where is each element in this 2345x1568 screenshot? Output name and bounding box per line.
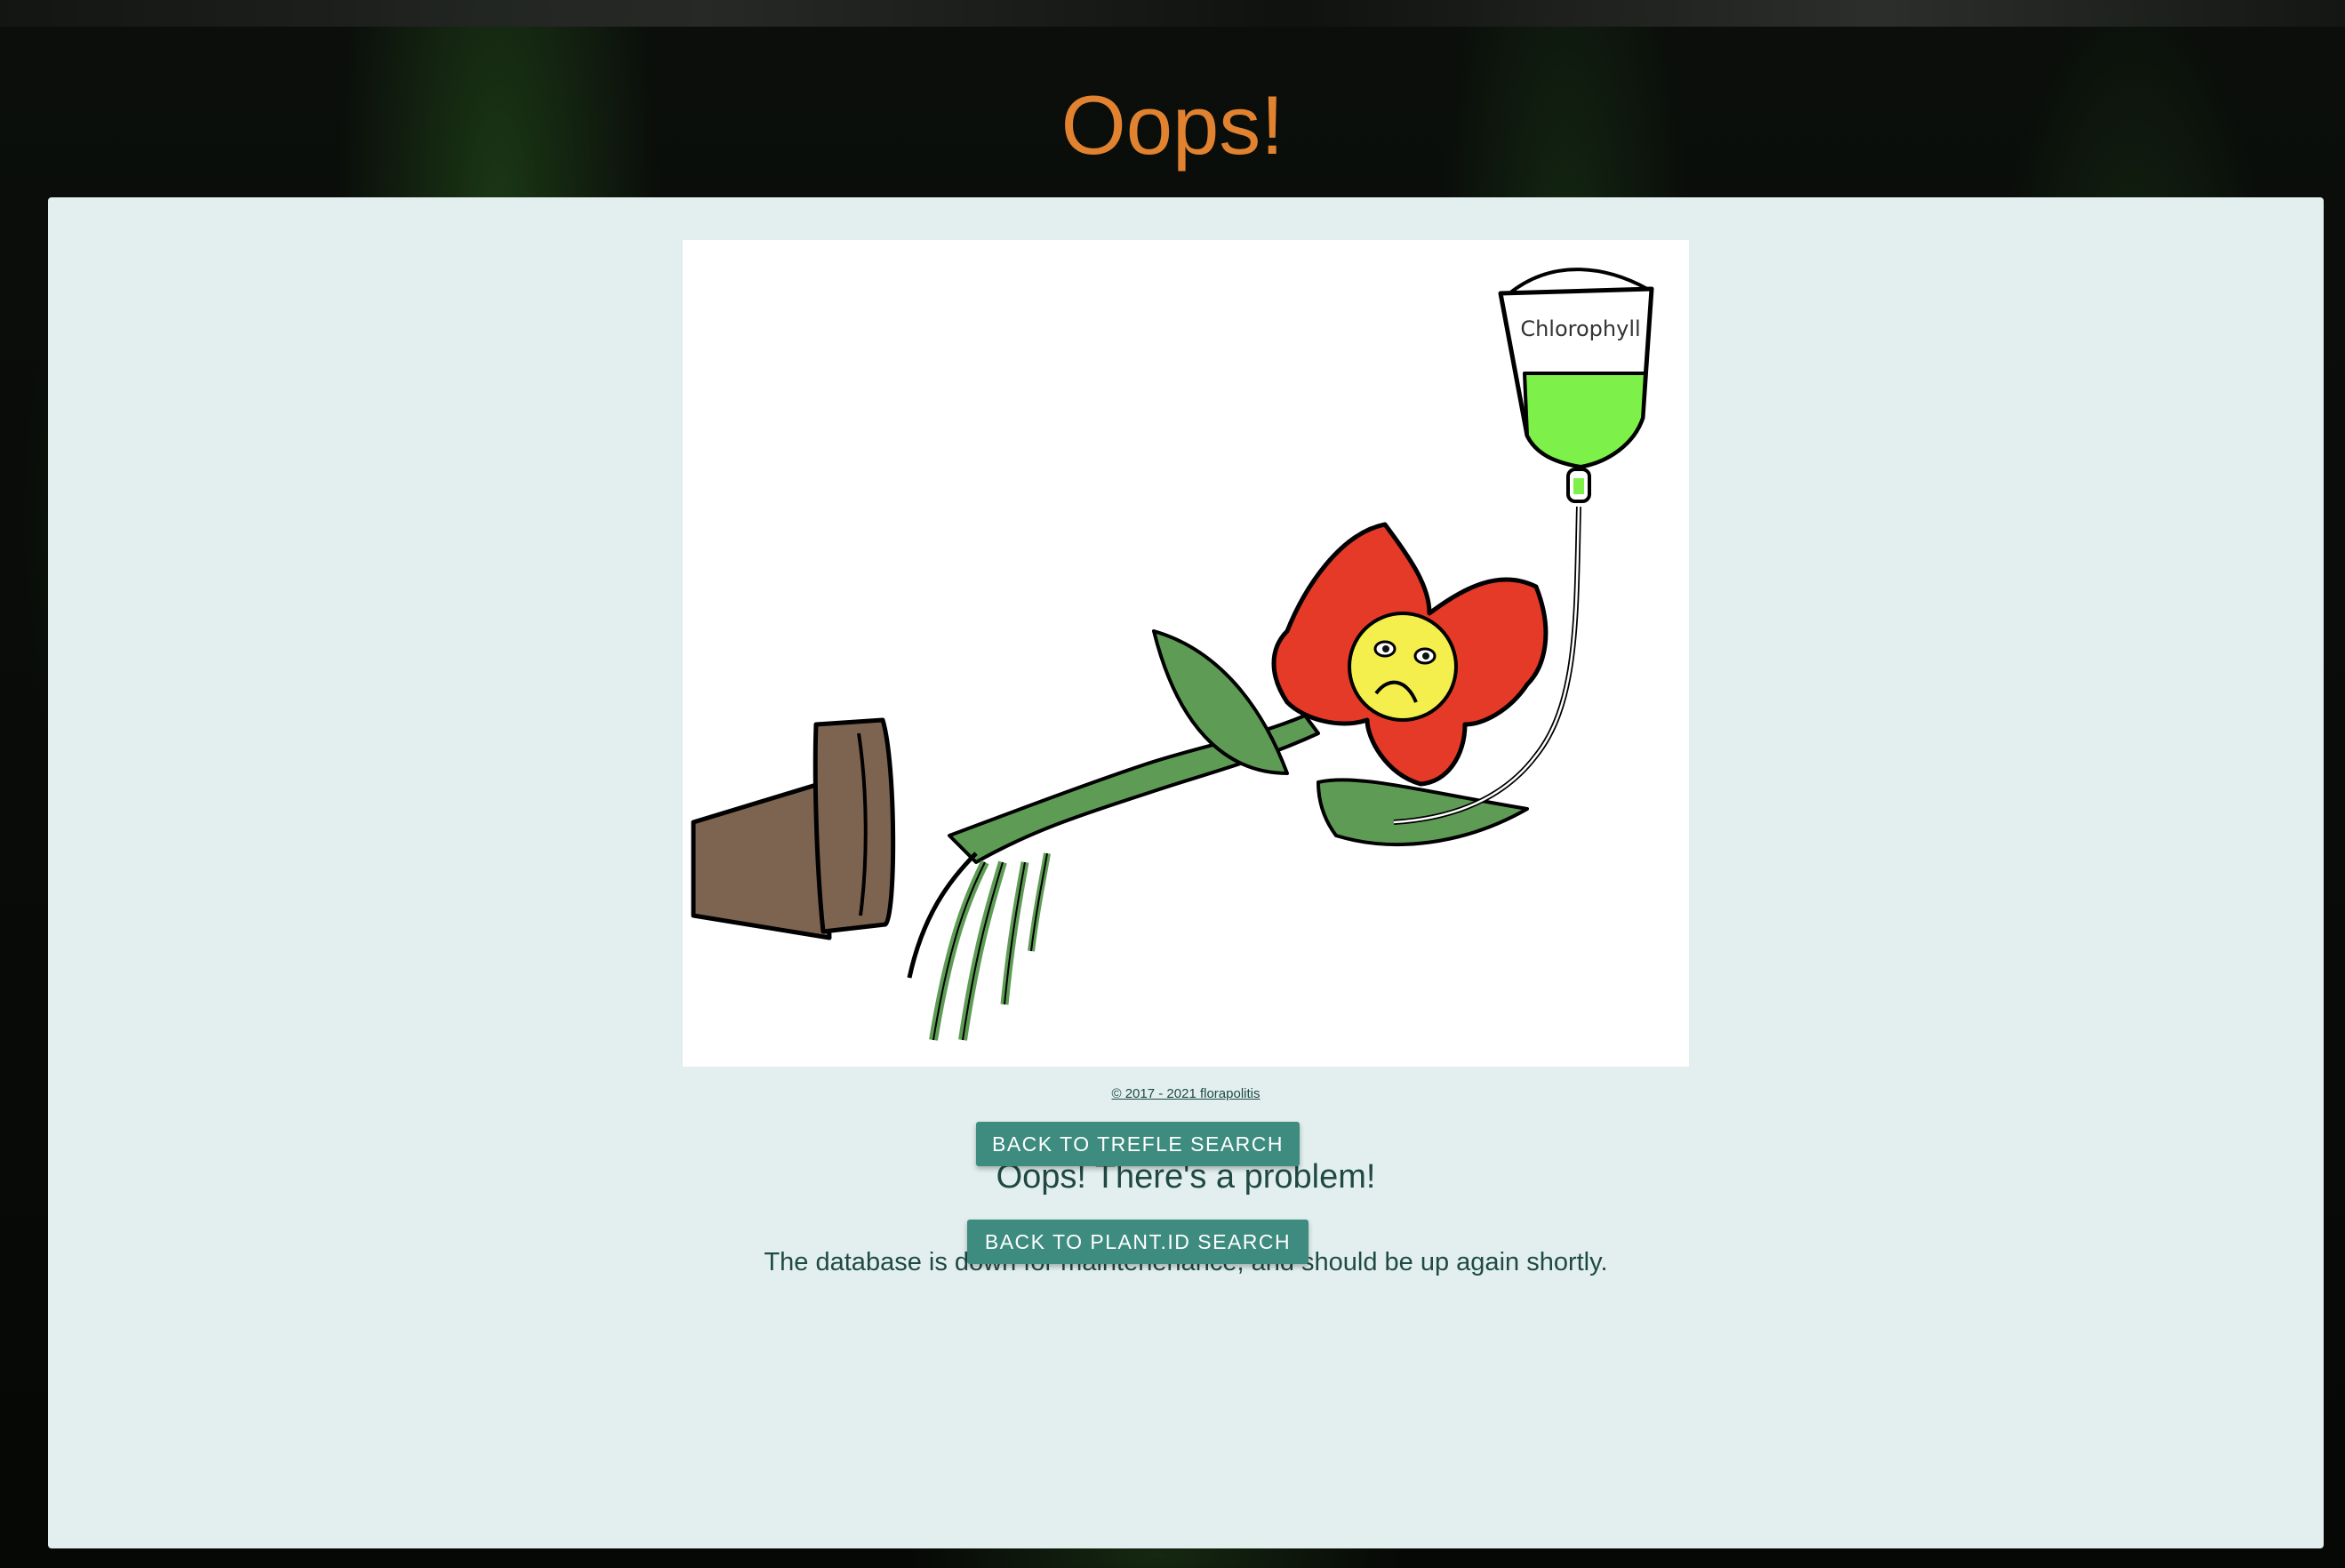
wilting-flower-illustration: Chlorophyll [683,240,1689,1067]
content-card: Chlorophyll © 2017 - 2021 florapolitis O… [48,197,2324,1548]
flower-head-icon [1271,522,1549,787]
copyright-link[interactable]: © 2017 - 2021 florapolitis [48,1086,2324,1101]
browser-top-strip [0,0,2345,27]
page-title: Oops! [1060,78,1285,172]
iv-bag-label: Chlorophyll [1520,316,1640,341]
back-to-trefle-search-button[interactable]: BACK TO TREFLE SEARCH [976,1122,1300,1166]
flower-pot-icon [691,717,896,940]
back-to-plantid-search-button[interactable]: BACK TO PLANT.ID SEARCH [967,1220,1309,1264]
chlorophyll-iv-bag-icon: Chlorophyll [1498,268,1654,503]
